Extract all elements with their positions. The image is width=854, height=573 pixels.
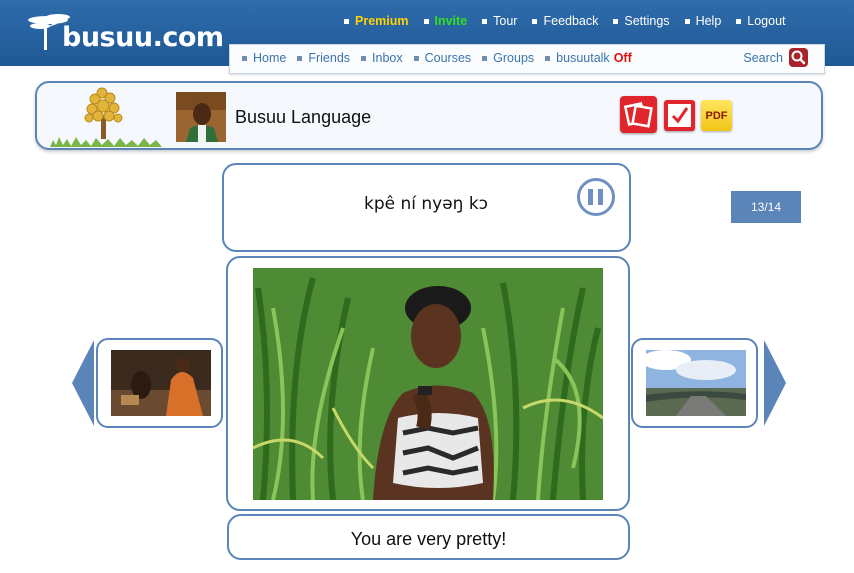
bullet-icon	[242, 55, 247, 61]
bullet-icon	[482, 18, 488, 24]
bullet-icon	[613, 18, 619, 24]
nav-help-label: Help	[695, 14, 722, 28]
next-slide-thumbnail[interactable]	[631, 338, 758, 428]
subnav-groups-label: Groups	[493, 51, 535, 65]
nav-feedback[interactable]: Feedback	[532, 13, 598, 29]
course-avatar	[176, 92, 226, 142]
nav-logout[interactable]: Logout	[736, 13, 786, 29]
subnav-home[interactable]: Home	[242, 51, 286, 65]
next-thumbnail-image	[646, 350, 746, 416]
subnav-home-label: Home	[253, 51, 287, 65]
previous-arrow-icon[interactable]	[72, 340, 96, 426]
pause-icon	[588, 189, 593, 205]
subnav-friends-label: Friends	[308, 51, 351, 65]
nav-settings[interactable]: Settings	[613, 13, 670, 29]
bullet-icon	[684, 18, 690, 24]
nav-premium-label: Premium	[355, 14, 409, 28]
course-banner: Busuu Language PDF	[35, 81, 823, 150]
course-title: Busuu Language	[235, 107, 372, 127]
nav-invite-label: Invite	[434, 14, 468, 28]
pdf-label: PDF	[705, 109, 728, 122]
bullet-icon	[545, 55, 551, 61]
bullet-icon	[532, 18, 538, 24]
search-button[interactable]: Search	[743, 48, 808, 67]
bullet-icon	[413, 55, 419, 61]
next-arrow-icon[interactable]	[762, 340, 786, 426]
nav-feedback-label: Feedback	[543, 14, 599, 28]
bullet-icon	[482, 55, 488, 61]
search-icon	[789, 48, 808, 67]
nav-help[interactable]: Help	[684, 13, 722, 29]
nav-tour[interactable]: Tour	[482, 13, 517, 29]
site-logo-text[interactable]: busuu.com	[62, 24, 224, 51]
nav-settings-label: Settings	[624, 14, 670, 28]
course-tree-illustration-icon	[50, 87, 162, 147]
bullet-icon	[297, 55, 303, 61]
translation-panel: You are very pretty!	[227, 514, 630, 560]
main-photo	[253, 268, 603, 500]
subnav-courses-label: Courses	[424, 51, 472, 65]
bullet-icon	[736, 18, 742, 24]
top-navigation: Premium Invite Tour Feedback Settings He…	[344, 13, 801, 29]
pdf-download-button[interactable]: PDF	[701, 100, 732, 131]
subnav-inbox[interactable]: Inbox	[361, 51, 403, 65]
subnav-busuutalk-label: busuutalk	[556, 51, 610, 65]
previous-slide-thumbnail[interactable]	[96, 338, 223, 428]
phrase-text: kpê ní nyəŋ kɔ	[363, 194, 489, 214]
nav-premium[interactable]: Premium	[344, 13, 409, 29]
bullet-icon	[344, 18, 349, 24]
flashcards-button[interactable]	[620, 96, 657, 133]
subnav-busuutalk[interactable]: busuutalk Off	[545, 51, 632, 65]
pause-icon-bar	[598, 189, 603, 205]
subnav-groups[interactable]: Groups	[482, 51, 534, 65]
test-button[interactable]	[664, 100, 695, 131]
bullet-icon	[361, 55, 367, 61]
search-label: Search	[743, 50, 783, 65]
nav-tour-label: Tour	[493, 14, 518, 28]
main-image-frame	[226, 256, 630, 511]
sub-navigation-list: Home Friends Inbox Courses Groups busuut…	[242, 51, 643, 65]
checkmark-icon	[668, 104, 691, 127]
flashcards-icon	[623, 102, 653, 128]
bullet-icon	[423, 18, 429, 24]
translation-text: You are very pretty!	[350, 529, 507, 549]
nav-invite[interactable]: Invite	[423, 13, 468, 29]
subnav-inbox-label: Inbox	[372, 51, 403, 65]
previous-thumbnail-image	[111, 350, 211, 416]
subnav-friends[interactable]: Friends	[297, 51, 350, 65]
pause-audio-button[interactable]	[577, 178, 615, 216]
busuutalk-status: Off	[613, 51, 632, 65]
nav-logout-label: Logout	[747, 14, 786, 28]
phrase-panel: kpê ní nyəŋ kɔ	[222, 163, 631, 252]
slide-counter: 13/14	[731, 191, 801, 223]
subnav-courses[interactable]: Courses	[413, 51, 472, 65]
sub-navigation-bar: Home Friends Inbox Courses Groups busuut…	[229, 44, 825, 74]
